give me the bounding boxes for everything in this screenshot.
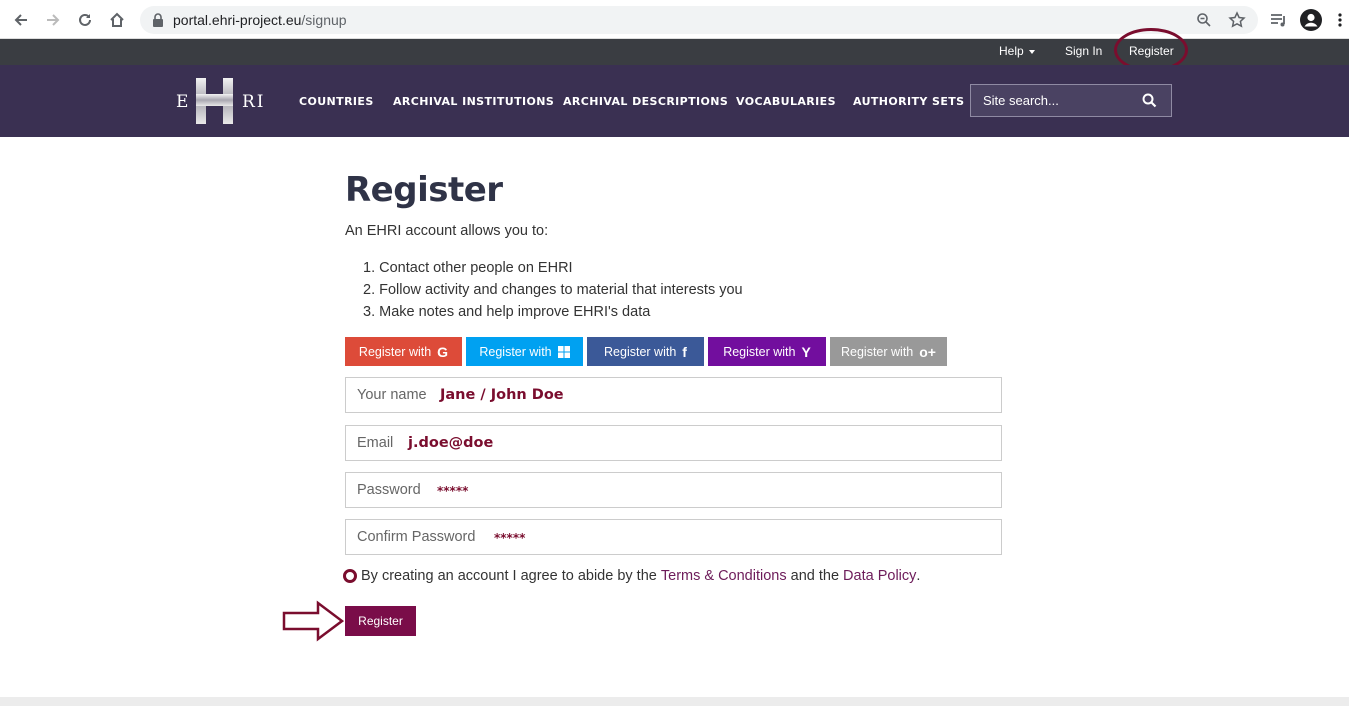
email-field-value: j.doe@doe	[408, 435, 494, 451]
yahoo-icon: Y	[801, 343, 811, 360]
back-button[interactable]	[9, 8, 33, 32]
oauth-label: Register with	[358, 344, 432, 359]
arrow-left-icon	[14, 14, 27, 26]
email-field-label: Email	[357, 435, 394, 451]
confirm-password-field[interactable]: Confirm Password *****	[345, 519, 1002, 555]
name-field-label: Your name	[357, 387, 427, 403]
sign-in-link[interactable]: Sign In	[1065, 44, 1102, 58]
arrow-right-annotation-icon	[282, 600, 344, 642]
zoom-icon[interactable]	[1196, 12, 1212, 28]
data-policy-link[interactable]: Data Policy	[843, 568, 916, 584]
register-with-yahoo-button[interactable]: Register with Y	[708, 337, 826, 366]
name-field-value: Jane / John Doe	[440, 387, 564, 403]
forward-button[interactable]	[41, 8, 65, 32]
confirm-password-label: Confirm Password	[357, 529, 476, 545]
agreement-highlight-circle	[343, 569, 357, 583]
home-icon	[110, 12, 124, 27]
terms-agreement: By creating an account I agree to abide …	[343, 568, 920, 584]
caret-down-icon	[1028, 49, 1035, 54]
home-button[interactable]	[105, 8, 129, 32]
site-search-input[interactable]	[971, 85, 1131, 116]
reload-button[interactable]	[73, 8, 97, 32]
name-field[interactable]: Your name Jane / John Doe	[345, 377, 1002, 413]
ehri-logo[interactable]: E RI	[176, 76, 271, 126]
register-with-facebook-button[interactable]: Register with f	[587, 337, 704, 366]
password-field-value: *****	[437, 484, 469, 498]
bookmark-star-icon[interactable]	[1228, 11, 1246, 29]
openid-icon: o+	[919, 343, 936, 360]
benefit-item: 2. Follow activity and changes to materi…	[363, 282, 743, 298]
confirm-password-value: *****	[494, 531, 526, 545]
agree-prefix: By creating an account I agree to abide …	[361, 568, 657, 584]
benefit-item: 1. Contact other people on EHRI	[363, 260, 573, 276]
oauth-label: Register with	[841, 344, 914, 359]
url-text: portal.ehri-project.eu/signup	[173, 12, 347, 28]
help-label: Help	[999, 44, 1024, 58]
password-field-label: Password	[357, 482, 421, 498]
agree-middle: and the	[790, 568, 840, 584]
arrow-right-icon	[47, 14, 60, 26]
lock-icon	[153, 13, 163, 27]
register-with-microsoft-button[interactable]: Register with	[466, 337, 583, 366]
benefit-item: 3. Make notes and help improve EHRI's da…	[363, 304, 651, 320]
main-navigation: E RI COUNTRIES ARCHIVAL INSTITUTIONS ARC…	[0, 65, 1349, 137]
oauth-label: Register with	[479, 344, 552, 359]
register-with-openid-button[interactable]: Register with o+	[830, 337, 947, 366]
svg-text:E: E	[176, 92, 189, 112]
oauth-label: Register with	[723, 344, 796, 359]
nav-countries[interactable]: COUNTRIES	[299, 95, 374, 108]
register-with-google-button[interactable]: Register with G	[345, 337, 462, 366]
intro-text: An EHRI account allows you to:	[345, 223, 549, 239]
kebab-menu-icon[interactable]	[1334, 10, 1346, 30]
site-search	[970, 84, 1172, 117]
nav-archival-institutions[interactable]: ARCHIVAL INSTITUTIONS	[393, 95, 554, 108]
url-path: /signup	[301, 12, 347, 28]
svg-text:RI: RI	[242, 92, 266, 112]
footer-strip	[0, 697, 1349, 706]
windows-icon	[557, 345, 570, 358]
register-submit-button[interactable]: Register	[345, 606, 416, 636]
help-menu[interactable]: Help	[999, 44, 1035, 58]
reload-icon	[79, 13, 91, 26]
email-field[interactable]: Email j.doe@doe	[345, 425, 1002, 461]
nav-authority-sets[interactable]: AUTHORITY SETS	[853, 95, 965, 108]
nav-vocabularies[interactable]: VOCABULARIES	[736, 95, 836, 108]
nav-archival-descriptions[interactable]: ARCHIVAL DESCRIPTIONS	[563, 95, 728, 108]
profile-avatar-icon[interactable]	[1299, 8, 1323, 32]
page-title: Register	[345, 170, 503, 210]
url-host: portal.ehri-project.eu	[173, 12, 302, 28]
agree-suffix: .	[916, 568, 921, 584]
address-bar[interactable]: portal.ehri-project.eu/signup	[140, 6, 1258, 34]
oauth-label: Register with	[604, 344, 677, 359]
password-field[interactable]: Password *****	[345, 472, 1002, 508]
terms-link[interactable]: Terms & Conditions	[661, 568, 787, 584]
search-icon[interactable]	[1142, 93, 1157, 108]
benefits-list: 1. Contact other people on EHRI 2. Follo…	[363, 259, 743, 325]
media-queue-icon[interactable]	[1269, 10, 1289, 30]
facebook-icon: f	[682, 343, 687, 360]
google-icon: G	[437, 343, 449, 360]
